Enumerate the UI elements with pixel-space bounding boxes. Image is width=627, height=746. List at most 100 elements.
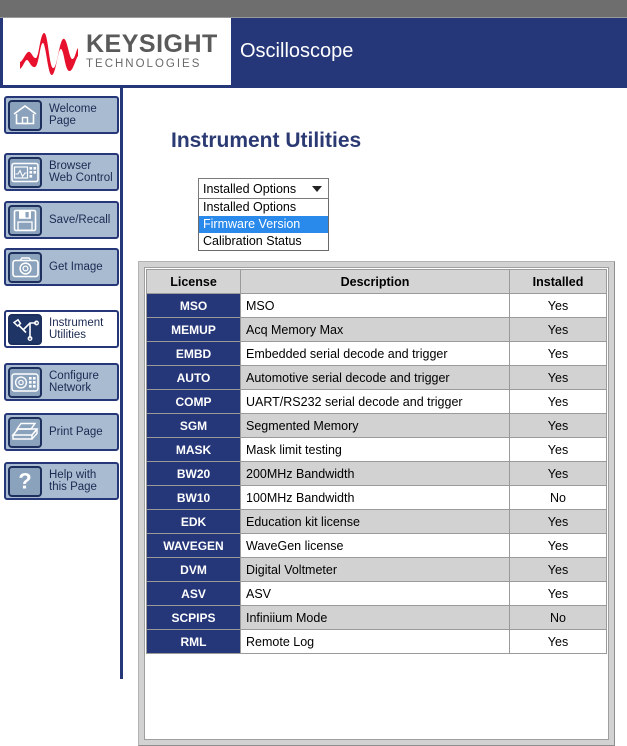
cell-license: MASK	[146, 437, 241, 462]
sidebar-item-browser-web-control[interactable]: Browser Web Control	[4, 153, 119, 191]
cell-installed: No	[509, 485, 607, 510]
cell-description: UART/RS232 serial decode and trigger	[240, 389, 510, 414]
question-icon: ?	[8, 465, 42, 497]
sidebar-item-label: Instrument Utilities	[49, 316, 104, 342]
cell-license: SGM	[146, 413, 241, 438]
cell-installed: Yes	[509, 389, 607, 414]
table-row: EDK Education kit license Yes	[146, 509, 607, 534]
cell-description: 100MHz Bandwidth	[240, 485, 510, 510]
column-header-description: Description	[240, 269, 510, 294]
utility-select-value: Installed Options	[203, 181, 297, 196]
table-row: AUTO Automotive serial decode and trigger…	[146, 365, 607, 390]
cell-installed: No	[509, 605, 607, 630]
utility-select-box[interactable]: Installed Options	[198, 178, 329, 199]
table-row: MASK Mask limit testing Yes	[146, 437, 607, 462]
cell-description: Mask limit testing	[240, 437, 510, 462]
cell-license: EMBD	[146, 341, 241, 366]
keysight-logo-text: KEYSIGHT TECHNOLOGIES	[86, 32, 218, 71]
cell-license: MEMUP	[146, 317, 241, 342]
options-table-panel: License Description Installed MSO MSO Yes M…	[138, 261, 615, 746]
sidebar-item-welcome-page[interactable]: Welcome Page	[4, 96, 119, 134]
utility-select-options[interactable]: Installed Options Firmware Version Calibra…	[198, 199, 329, 251]
table-row: BW10 100MHz Bandwidth No	[146, 485, 607, 510]
keysight-logo: KEYSIGHT TECHNOLOGIES	[3, 18, 231, 85]
cell-license: AUTO	[146, 365, 241, 390]
select-option-firmware-version[interactable]: Firmware Version	[199, 216, 328, 233]
monitor-icon	[8, 156, 42, 188]
table-row: DVM Digital Voltmeter Yes	[146, 557, 607, 582]
cell-description: Automotive serial decode and trigger	[240, 365, 510, 390]
cell-license: COMP	[146, 389, 241, 414]
cell-description: Remote Log	[240, 629, 510, 654]
cell-installed: Yes	[509, 341, 607, 366]
options-table-inner: License Description Installed MSO MSO Yes M…	[144, 267, 609, 740]
sidebar-item-label: Browser Web Control	[49, 159, 113, 185]
cell-description: Education kit license	[240, 509, 510, 534]
table-body: MSO MSO Yes MEMUP Acq Memory Max Yes EMBD Embed…	[146, 293, 607, 654]
cell-description: Infiniium Mode	[240, 605, 510, 630]
cell-installed: Yes	[509, 629, 607, 654]
chevron-down-icon[interactable]	[312, 185, 322, 192]
sidebar-item-label: Print Page	[49, 425, 103, 438]
cell-installed: Yes	[509, 533, 607, 558]
cell-installed: Yes	[509, 581, 607, 606]
cell-license: WAVEGEN	[146, 533, 241, 558]
cell-installed: Yes	[509, 413, 607, 438]
sidebar-item-label: Save/Recall	[49, 213, 111, 226]
sidebar-item-label: Help with this Page	[49, 468, 97, 494]
select-option-calibration-status[interactable]: Calibration Status	[199, 233, 328, 250]
table-row: BW20 200MHz Bandwidth Yes	[146, 461, 607, 486]
logo-subtitle: TECHNOLOGIES	[86, 58, 202, 71]
sidebar-item-help-with-this-page[interactable]: ? Help with this Page	[4, 462, 119, 500]
keysight-waveform-logo-icon	[20, 32, 78, 75]
cell-description: Segmented Memory	[240, 413, 510, 438]
table-row: SGM Segmented Memory Yes	[146, 413, 607, 438]
utility-select[interactable]: Installed Options Installed Options Firmw…	[198, 178, 329, 251]
table-row: MEMUP Acq Memory Max Yes	[146, 317, 607, 342]
table-row: RML Remote Log Yes	[146, 629, 607, 654]
cell-description: WaveGen license	[240, 533, 510, 558]
cell-installed: Yes	[509, 461, 607, 486]
cell-installed: Yes	[509, 317, 607, 342]
table-row: ASV ASV Yes	[146, 581, 607, 606]
table-row: SCPIPS Infiniium Mode No	[146, 605, 607, 630]
table-row: WAVEGEN WaveGen license Yes	[146, 533, 607, 558]
cell-installed: Yes	[509, 365, 607, 390]
cell-description: Embedded serial decode and trigger	[240, 341, 510, 366]
cell-license: BW10	[146, 485, 241, 510]
svg-text:?: ?	[18, 469, 31, 493]
sidebar-item-print-page[interactable]: Print Page	[4, 413, 119, 451]
sidebar-item-configure-network[interactable]: Configure Network	[4, 363, 119, 401]
printer-icon	[8, 416, 42, 448]
wrench-icon	[8, 313, 42, 345]
page-title: Instrument Utilities	[171, 129, 362, 152]
home-icon	[8, 99, 42, 131]
sidebar-item-save-recall[interactable]: Save/Recall	[4, 201, 119, 239]
cell-license: MSO	[146, 293, 241, 318]
sidebar-item-instrument-utilities[interactable]: Instrument Utilities	[4, 310, 119, 348]
sidebar-item-label: Configure Network	[49, 369, 99, 395]
select-option-installed-options[interactable]: Installed Options	[199, 199, 328, 216]
cell-installed: Yes	[509, 293, 607, 318]
page-banner: KEYSIGHT TECHNOLOGIES Oscilloscope	[0, 18, 627, 85]
floppy-disk-icon	[8, 204, 42, 236]
cell-description: MSO	[240, 293, 510, 318]
main-content: Instrument Utilities Installed Options I…	[126, 88, 627, 746]
installed-options-table: License Description Installed MSO MSO Yes M…	[146, 269, 607, 654]
table-row: EMBD Embedded serial decode and trigger Ye…	[146, 341, 607, 366]
sidebar-item-label: Get Image	[49, 260, 103, 273]
table-row: MSO MSO Yes	[146, 293, 607, 318]
column-header-installed: Installed	[509, 269, 607, 294]
cell-description: Digital Voltmeter	[240, 557, 510, 582]
table-row: COMP UART/RS232 serial decode and trigger…	[146, 389, 607, 414]
cell-description: Acq Memory Max	[240, 317, 510, 342]
sidebar-item-get-image[interactable]: Get Image	[4, 248, 119, 286]
cell-installed: Yes	[509, 509, 607, 534]
cell-license: EDK	[146, 509, 241, 534]
network-icon	[8, 366, 42, 398]
cell-installed: Yes	[509, 437, 607, 462]
window-top-strip	[0, 0, 627, 18]
column-header-license: License	[146, 269, 241, 294]
sidebar-item-label: Welcome Page	[49, 102, 97, 128]
cell-license: BW20	[146, 461, 241, 486]
